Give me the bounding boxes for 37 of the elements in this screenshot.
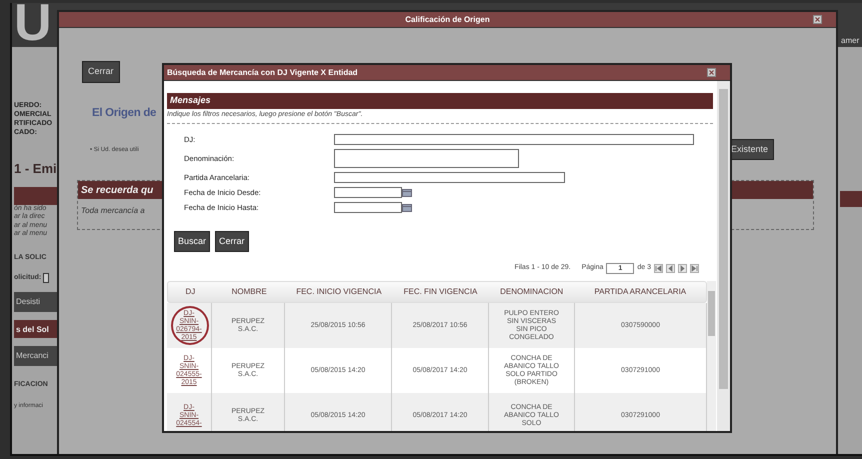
column-header: FEC. FIN VIGENCIA <box>402 286 478 298</box>
header-text: amer <box>841 36 860 46</box>
notice-text: Toda mercancía a <box>81 206 145 216</box>
search-button[interactable]: Buscar <box>174 230 210 252</box>
input-field[interactable] <box>334 134 694 145</box>
messages-title: Mensajes <box>167 93 713 109</box>
section-bar <box>14 186 58 204</box>
logo-text: U <box>14 3 52 49</box>
date-field[interactable] <box>334 187 402 198</box>
dialog-title: Calificación de Origen <box>405 14 490 26</box>
column-header: DJ <box>184 286 196 298</box>
column-header: DENOMINACION <box>499 286 564 298</box>
page-button[interactable]: Mercanci <box>14 346 58 366</box>
text-area[interactable] <box>334 148 519 168</box>
section-heading: El Origen de <box>92 106 156 118</box>
previous-page-icon[interactable] <box>666 264 675 273</box>
next-page-icon[interactable] <box>678 264 687 273</box>
column-header: FEC. INICIO VIGENCIA <box>295 286 383 298</box>
first-page-icon[interactable] <box>654 264 663 273</box>
close-icon[interactable] <box>813 15 822 24</box>
section-bar <box>840 191 862 207</box>
input-field[interactable] <box>43 273 50 284</box>
close-button[interactable]: Cerrar <box>215 230 249 252</box>
close-icon[interactable] <box>707 68 716 77</box>
notice-title: Se recuerda qu <box>81 185 154 196</box>
input-field[interactable] <box>334 172 565 183</box>
close-button[interactable]: Cerrar <box>82 61 120 82</box>
section-bar: s del Sol <box>14 320 58 338</box>
last-page-icon[interactable] <box>690 264 699 273</box>
dialog-title: Búsqueda de Mercancía con DJ Vigente X Entidad <box>167 66 358 78</box>
calendar-icon[interactable] <box>402 188 412 197</box>
page-title: 1 - Emi <box>14 160 58 178</box>
page-button[interactable]: Desisti <box>14 292 58 312</box>
column-header: PARTIDA ARANCELARIA <box>593 286 688 298</box>
calendar-icon[interactable] <box>402 204 412 212</box>
date-field[interactable] <box>334 202 402 214</box>
column-header: NOMBRE <box>230 286 268 298</box>
